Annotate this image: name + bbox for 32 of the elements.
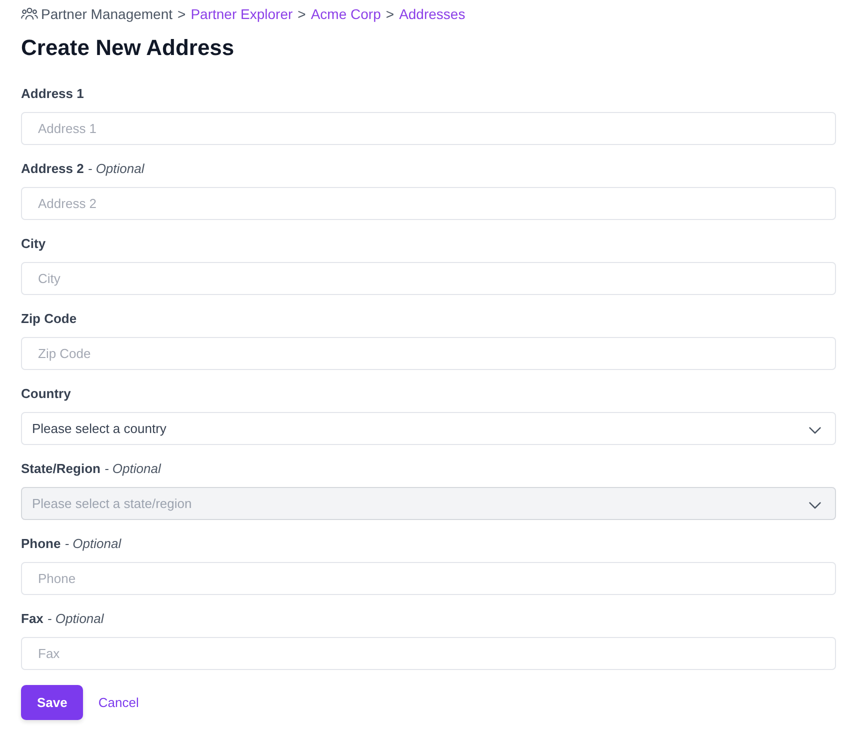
optional-note: - Optional (88, 160, 144, 178)
optional-note: - Optional (104, 460, 161, 478)
field-label: Address 2 (21, 160, 84, 178)
field-label: City (21, 235, 46, 253)
breadcrumb-separator: > (298, 5, 306, 23)
field-label: Address 1 (21, 85, 84, 103)
chevron-icon (809, 427, 821, 434)
input-field[interactable]: Zip Code (21, 337, 836, 370)
optional-note: - Optional (64, 535, 122, 553)
breadcrumb-item: Partner Management (41, 5, 173, 23)
breadcrumb-link[interactable]: Partner Explorer (190, 5, 293, 23)
breadcrumb-separator: > (386, 5, 394, 23)
input-field[interactable]: Address 2 (21, 187, 836, 220)
input-field[interactable]: City (21, 262, 836, 295)
chevron-icon (809, 502, 821, 509)
input-field[interactable]: Phone (21, 562, 836, 595)
page-title: Create New Address (21, 34, 236, 62)
breadcrumb-separator: > (178, 5, 186, 23)
field-label: State/Region (21, 460, 100, 478)
save-button[interactable]: Save (21, 685, 84, 720)
breadcrumb-link[interactable]: Addresses (399, 5, 466, 23)
optional-note: - Optional (47, 610, 104, 628)
field-label: Country (21, 385, 71, 403)
people-icon (21, 7, 38, 21)
input-field[interactable]: Fax (21, 637, 836, 670)
field-label: Zip Code (21, 310, 77, 328)
field-label: Fax (21, 610, 44, 628)
breadcrumb-link[interactable]: Acme Corp (310, 5, 381, 23)
input-field[interactable]: Address 1 (21, 112, 836, 145)
field-label: Phone (21, 535, 61, 553)
cancel-link[interactable]: Cancel (98, 695, 139, 710)
select-field[interactable]: Please select a country (21, 412, 836, 445)
